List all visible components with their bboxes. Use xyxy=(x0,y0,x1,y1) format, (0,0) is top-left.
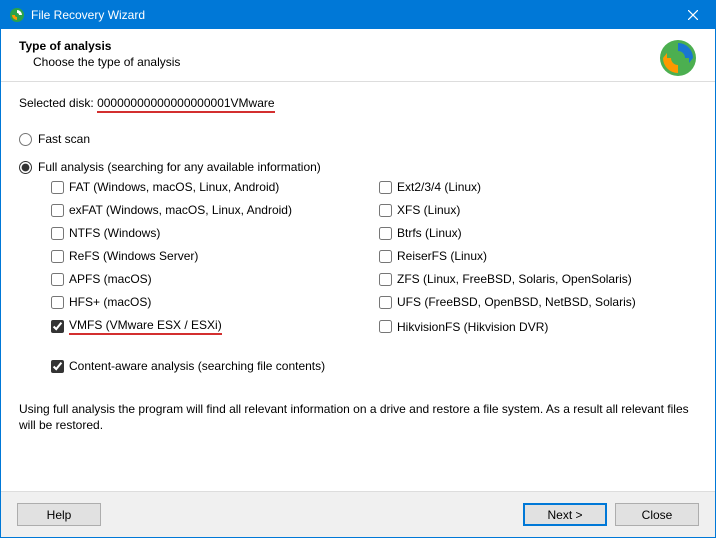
page-subtitle: Choose the type of analysis xyxy=(33,55,697,69)
fs-checkbox-input[interactable] xyxy=(379,320,392,333)
fs-checkbox-input[interactable] xyxy=(379,227,392,240)
fs-checkbox-label: UFS (FreeBSD, OpenBSD, NetBSD, Solaris) xyxy=(397,295,636,309)
wizard-content: Selected disk: 00000000000000000001VMwar… xyxy=(1,82,715,373)
fs-checkbox-label: APFS (macOS) xyxy=(69,272,152,286)
filesystem-grid: FAT (Windows, macOS, Linux, Android) Ext2… xyxy=(51,180,697,335)
fs-checkbox-label: Ext2/3/4 (Linux) xyxy=(397,180,481,194)
selected-disk-row: Selected disk: 00000000000000000001VMwar… xyxy=(19,96,697,110)
fs-checkbox-left-2[interactable]: NTFS (Windows) xyxy=(51,226,369,240)
full-analysis-radio-input[interactable] xyxy=(19,161,32,174)
fs-checkbox-input[interactable] xyxy=(379,204,392,217)
fs-checkbox-right-2[interactable]: Btrfs (Linux) xyxy=(379,226,697,240)
full-analysis-radio[interactable]: Full analysis (searching for any availab… xyxy=(19,160,697,174)
fs-checkbox-right-3[interactable]: ReiserFS (Linux) xyxy=(379,249,697,263)
fs-checkbox-input[interactable] xyxy=(51,204,64,217)
fs-checkbox-label: HikvisionFS (Hikvision DVR) xyxy=(397,320,548,334)
fs-checkbox-label: ReiserFS (Linux) xyxy=(397,249,487,263)
fs-checkbox-input[interactable] xyxy=(51,181,64,194)
content-aware-checkbox-input[interactable] xyxy=(51,360,64,373)
fs-checkbox-label: ZFS (Linux, FreeBSD, Solaris, OpenSolari… xyxy=(397,272,632,286)
fs-checkbox-label: NTFS (Windows) xyxy=(69,226,160,240)
selected-disk-label: Selected disk: xyxy=(19,96,94,110)
titlebar: File Recovery Wizard xyxy=(1,1,715,29)
analysis-description: Using full analysis the program will fin… xyxy=(1,401,715,433)
fs-checkbox-left-0[interactable]: FAT (Windows, macOS, Linux, Android) xyxy=(51,180,369,194)
fs-checkbox-label: ReFS (Windows Server) xyxy=(69,249,198,263)
fs-checkbox-label: HFS+ (macOS) xyxy=(69,295,151,309)
fs-checkbox-left-6[interactable]: VMFS (VMware ESX / ESXi) xyxy=(51,318,369,335)
page-title: Type of analysis xyxy=(19,39,697,53)
fast-scan-label: Fast scan xyxy=(38,132,90,146)
content-aware-checkbox[interactable]: Content-aware analysis (searching file c… xyxy=(51,359,697,373)
wizard-footer: Help Next > Close xyxy=(1,491,715,537)
fs-checkbox-input[interactable] xyxy=(379,250,392,263)
fs-checkbox-right-5[interactable]: UFS (FreeBSD, OpenBSD, NetBSD, Solaris) xyxy=(379,295,697,309)
fs-checkbox-label: exFAT (Windows, macOS, Linux, Android) xyxy=(69,203,292,217)
fs-checkbox-left-4[interactable]: APFS (macOS) xyxy=(51,272,369,286)
fs-checkbox-input[interactable] xyxy=(51,320,64,333)
fs-checkbox-input[interactable] xyxy=(51,227,64,240)
fs-checkbox-left-5[interactable]: HFS+ (macOS) xyxy=(51,295,369,309)
fs-checkbox-right-6[interactable]: HikvisionFS (Hikvision DVR) xyxy=(379,318,697,335)
fs-checkbox-input[interactable] xyxy=(51,296,64,309)
next-button[interactable]: Next > xyxy=(523,503,607,526)
close-icon xyxy=(688,10,698,20)
selected-disk-value: 00000000000000000001VMware xyxy=(97,96,275,113)
fs-checkbox-left-3[interactable]: ReFS (Windows Server) xyxy=(51,249,369,263)
fs-checkbox-label: XFS (Linux) xyxy=(397,203,460,217)
wizard-header: Type of analysis Choose the type of anal… xyxy=(1,29,715,82)
fast-scan-radio[interactable]: Fast scan xyxy=(19,132,697,146)
full-analysis-label: Full analysis (searching for any availab… xyxy=(38,160,321,174)
fs-checkbox-input[interactable] xyxy=(51,273,64,286)
app-icon xyxy=(9,7,25,23)
fs-checkbox-input[interactable] xyxy=(379,181,392,194)
fs-checkbox-input[interactable] xyxy=(51,250,64,263)
fs-checkbox-label: VMFS (VMware ESX / ESXi) xyxy=(69,318,222,335)
help-button[interactable]: Help xyxy=(17,503,101,526)
recovery-icon xyxy=(657,37,699,79)
content-aware-label: Content-aware analysis (searching file c… xyxy=(69,359,325,373)
fs-checkbox-input[interactable] xyxy=(379,273,392,286)
fast-scan-radio-input[interactable] xyxy=(19,133,32,146)
close-button[interactable]: Close xyxy=(615,503,699,526)
fs-checkbox-label: Btrfs (Linux) xyxy=(397,226,462,240)
fs-checkbox-right-4[interactable]: ZFS (Linux, FreeBSD, Solaris, OpenSolari… xyxy=(379,272,697,286)
fs-checkbox-input[interactable] xyxy=(379,296,392,309)
window-close-button[interactable] xyxy=(671,1,715,29)
window-title: File Recovery Wizard xyxy=(31,8,671,22)
fs-checkbox-left-1[interactable]: exFAT (Windows, macOS, Linux, Android) xyxy=(51,203,369,217)
fs-checkbox-right-0[interactable]: Ext2/3/4 (Linux) xyxy=(379,180,697,194)
fs-checkbox-right-1[interactable]: XFS (Linux) xyxy=(379,203,697,217)
fs-checkbox-label: FAT (Windows, macOS, Linux, Android) xyxy=(69,180,279,194)
